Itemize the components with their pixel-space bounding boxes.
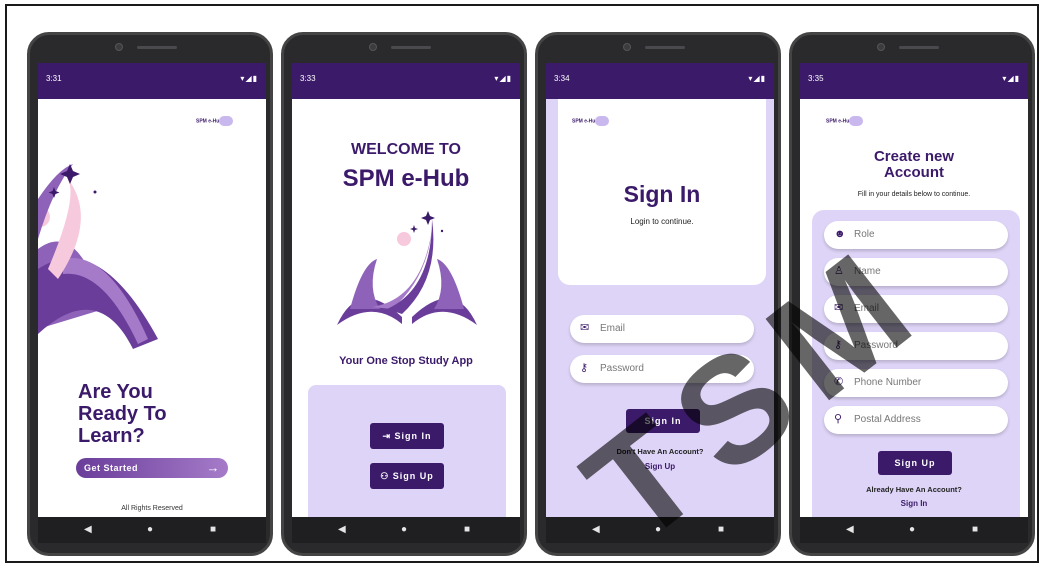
status-time: 3:35	[808, 74, 824, 83]
title-line: Create new	[873, 148, 955, 165]
get-started-label: Get Started	[84, 463, 139, 473]
book-illustration	[38, 164, 158, 349]
signal-battery-icon: ▾◢▮	[748, 74, 766, 83]
welcome-heading: WELCOME TO	[351, 141, 461, 158]
camera-icon	[877, 43, 885, 51]
figure-frame: 3:31 ▾◢▮ SPM e-Hub Are You Ready To Lear…	[5, 4, 1039, 574]
sign-up-label: Sign Up	[894, 458, 936, 468]
status-bar: 3:31 ▾◢▮	[38, 63, 266, 99]
status-bar: 3:33 ▾◢▮	[292, 63, 520, 99]
mail-icon: ✉	[580, 322, 590, 334]
back-icon[interactable]: ◀	[592, 525, 600, 535]
tagline: Your One Stop Study App	[339, 355, 473, 367]
recents-icon[interactable]: ■	[210, 525, 216, 535]
camera-icon	[115, 43, 123, 51]
header-card: SPM e-Hub Sign In Login to continue.	[558, 99, 766, 285]
screen: 3:33 ▾◢▮ WELCOME TO SPM e-Hub Your One S…	[292, 63, 520, 521]
phone-landing: 3:33 ▾◢▮ WELCOME TO SPM e-Hub Your One S…	[281, 32, 527, 556]
phone-notch	[369, 43, 439, 51]
headline: Are You Ready To Learn?	[78, 381, 167, 447]
android-nav-bar: ◀ ● ■	[38, 517, 266, 543]
sign-in-title: Sign In	[623, 181, 701, 207]
headline-line: Ready To	[78, 403, 167, 425]
key-icon: ⚷	[580, 362, 589, 374]
signal-battery-icon: ▾◢▮	[240, 74, 258, 83]
headline-line: Are You	[78, 381, 153, 403]
create-account-title: Create new Account	[800, 149, 1028, 181]
sign-in-label: Sign In	[394, 431, 432, 441]
home-icon[interactable]: ●	[401, 525, 407, 535]
app-title: SPM e-Hub	[342, 165, 470, 192]
android-nav-bar: ◀ ● ■	[800, 517, 1028, 543]
camera-icon	[623, 43, 631, 51]
sign-up-button[interactable]: Sign Up	[878, 451, 952, 475]
status-time: 3:33	[300, 74, 316, 83]
recents-icon[interactable]: ■	[972, 525, 978, 535]
email-placeholder: Email	[600, 323, 626, 334]
home-icon[interactable]: ●	[147, 525, 153, 535]
sign-in-link[interactable]: Sign In	[800, 499, 1028, 508]
app-logo: SPM e-Hub	[196, 116, 234, 126]
sign-in-subtitle: Login to continue.	[630, 217, 694, 226]
title-line: Account	[884, 164, 944, 181]
signal-battery-icon: ▾◢▮	[494, 74, 512, 83]
book-logo-illustration	[337, 211, 477, 325]
android-nav-bar: ◀ ● ■	[292, 517, 520, 543]
sign-up-label: Sign Up	[392, 471, 434, 481]
back-icon[interactable]: ◀	[846, 525, 854, 535]
phone-notch	[115, 43, 185, 51]
create-account-subtitle: Fill in your details below to continue.	[857, 191, 971, 198]
have-account-text: Already Have An Account?	[866, 485, 962, 494]
sign-up-button[interactable]: ⚇ Sign Up	[370, 463, 444, 489]
arrow-right-icon: →	[206, 460, 220, 475]
status-time: 3:31	[46, 74, 62, 83]
camera-icon	[369, 43, 377, 51]
back-icon[interactable]: ◀	[338, 525, 346, 535]
back-icon[interactable]: ◀	[84, 525, 92, 535]
screen: 3:31 ▾◢▮ SPM e-Hub Are You Ready To Lear…	[38, 63, 266, 521]
app-logo: SPM e-Hub	[826, 116, 864, 126]
phone-notch	[877, 43, 947, 51]
phone-welcome-splash: 3:31 ▾◢▮ SPM e-Hub Are You Ready To Lear…	[27, 32, 273, 556]
recents-icon[interactable]: ■	[464, 525, 470, 535]
footer-text: All Rights Reserved	[121, 505, 183, 512]
auth-card: ⇥ Sign In ⚇ Sign Up	[308, 385, 506, 521]
status-time: 3:34	[554, 74, 570, 83]
home-icon[interactable]: ●	[909, 525, 915, 535]
status-bar: 3:34 ▾◢▮	[546, 63, 774, 99]
app-logo: SPM e-Hub	[572, 116, 610, 126]
password-placeholder: Password	[600, 363, 644, 374]
phone-notch	[623, 43, 693, 51]
sign-in-button[interactable]: ⇥ Sign In	[370, 423, 444, 449]
login-icon: ⇥	[382, 431, 392, 441]
status-bar: 3:35 ▾◢▮	[800, 63, 1028, 99]
signal-battery-icon: ▾◢▮	[1002, 74, 1020, 83]
get-started-button[interactable]: Get Started →	[76, 458, 228, 478]
add-user-icon: ⚇	[380, 471, 390, 481]
headline-line: Learn?	[78, 425, 145, 447]
